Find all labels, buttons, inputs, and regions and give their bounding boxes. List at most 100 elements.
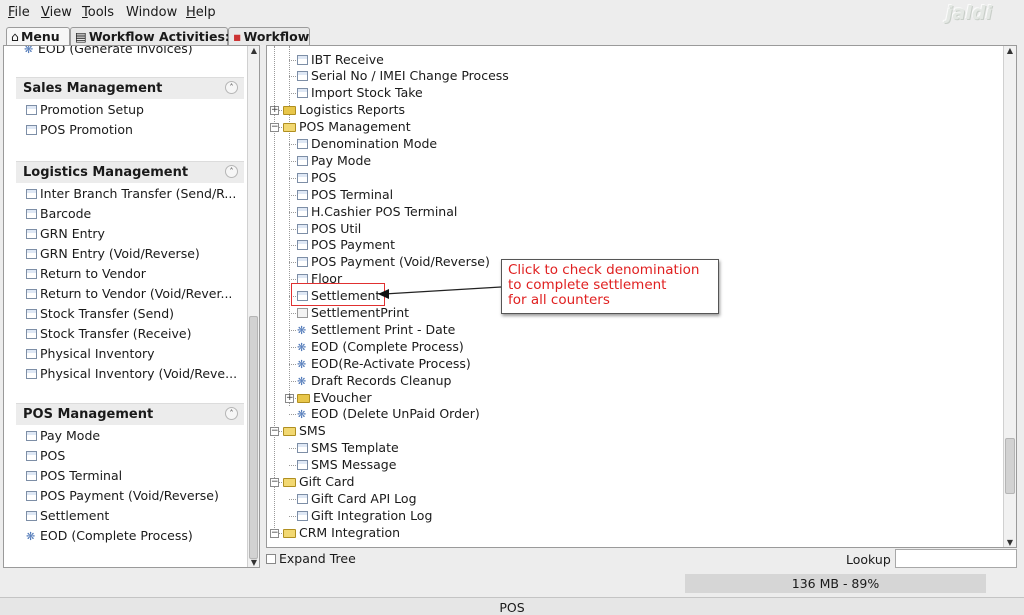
menu-item-pos-promotion[interactable]: POS Promotion xyxy=(16,119,244,139)
tree-line xyxy=(274,46,275,536)
left-scrollbar[interactable]: ▲ ▼ xyxy=(247,46,259,567)
tree-node-eod-re-activate-process[interactable]: ❋ EOD(Re-Activate Process) xyxy=(297,356,471,373)
scroll-up-icon[interactable]: ▲ xyxy=(1005,46,1015,55)
tree-node-pos-management[interactable]: POS Management xyxy=(283,119,411,136)
memory-indicator[interactable]: 136 MB - 89% xyxy=(685,574,986,593)
tree-node-settlementprint[interactable]: SettlementPrint xyxy=(297,305,409,322)
tree-node-gift-card[interactable]: Gift Card xyxy=(283,474,354,491)
tree-node-pos-payment[interactable]: POS Payment xyxy=(297,237,395,254)
tree-node-gift-integration-log[interactable]: Gift Integration Log xyxy=(297,508,432,525)
form-icon xyxy=(297,206,308,217)
tree-node-sms-template[interactable]: SMS Template xyxy=(297,440,399,457)
expand-tree-checkbox[interactable]: Expand Tree xyxy=(266,551,356,569)
tree-node-evoucher[interactable]: EVoucher xyxy=(297,390,372,407)
tree-node-label: Gift Card API Log xyxy=(311,490,417,506)
tree-node-serial-no-imei-change-process[interactable]: Serial No / IMEI Change Process xyxy=(297,68,509,85)
callout-line: Click to check denomination xyxy=(508,262,700,278)
form-icon xyxy=(297,493,308,504)
form-icon xyxy=(297,54,308,65)
tree-node-label: Draft Records Cleanup xyxy=(311,372,452,388)
tree-node-pos-util[interactable]: POS Util xyxy=(297,221,361,238)
tree-node-denomination-mode[interactable]: Denomination Mode xyxy=(297,136,437,153)
menu-view[interactable]: View xyxy=(41,5,72,20)
collapse-icon[interactable]: − xyxy=(270,427,279,437)
menu-item-stock-transfer-receive[interactable]: Stock Transfer (Receive) xyxy=(16,323,244,343)
collapse-icon[interactable]: ˄ xyxy=(225,407,238,420)
menu-item-stock-transfer-send[interactable]: Stock Transfer (Send) xyxy=(16,303,244,323)
lookup-input[interactable] xyxy=(895,549,1017,568)
scroll-thumb[interactable] xyxy=(249,316,258,559)
process-icon: ❋ xyxy=(297,340,307,354)
menu-item-pos[interactable]: POS xyxy=(16,445,244,465)
collapse-icon[interactable]: − xyxy=(270,123,279,133)
settlement-highlight xyxy=(291,283,385,306)
expand-icon[interactable]: + xyxy=(285,393,294,403)
menu-item-grn-entry-void[interactable]: GRN Entry (Void/Reverse) xyxy=(16,243,244,263)
tree-node-pos[interactable]: POS xyxy=(297,170,336,187)
collapse-icon[interactable]: − xyxy=(270,478,279,487)
menu-item-inter-branch-transfer[interactable]: Inter Branch Transfer (Send/R... xyxy=(16,183,244,203)
tree-node-h-cashier-pos-terminal[interactable]: H.Cashier POS Terminal xyxy=(297,204,457,221)
tree-line xyxy=(289,59,296,61)
menu-help[interactable]: Help xyxy=(186,5,216,20)
tab-workflow[interactable]: ▪ Workflow xyxy=(228,27,310,45)
menu-item-eod-complete[interactable]: ❋ EOD (Complete Process) xyxy=(16,525,244,545)
partial-menu-item[interactable]: ❋ EOD (Generate Invoices) xyxy=(24,46,193,56)
tree-node-sms-message[interactable]: SMS Message xyxy=(297,457,396,474)
tree-node-sms[interactable]: SMS xyxy=(283,423,326,440)
tab-menu[interactable]: ⌂ Menu xyxy=(6,27,70,46)
tree-node-pos-payment-void-reverse[interactable]: POS Payment (Void/Reverse) xyxy=(297,254,490,271)
menu-item-pay-mode[interactable]: Pay Mode xyxy=(16,425,244,445)
scroll-up-icon[interactable]: ▲ xyxy=(249,46,259,55)
tree-node-crm-integration[interactable]: CRM Integration xyxy=(283,525,400,542)
group-header[interactable]: POS Management ˄ xyxy=(16,403,244,425)
menu-item-return-to-vendor[interactable]: Return to Vendor xyxy=(16,263,244,283)
form-icon xyxy=(26,369,37,379)
menu-item-promotion-setup[interactable]: Promotion Setup xyxy=(16,99,244,119)
tree-line xyxy=(289,279,296,281)
tree-node-eod-complete-process[interactable]: ❋ EOD (Complete Process) xyxy=(297,339,464,356)
tree-node-ibt-receive[interactable]: IBT Receive xyxy=(297,52,384,69)
tree-node-draft-records-cleanup[interactable]: ❋ Draft Records Cleanup xyxy=(297,373,452,390)
tree-node-gift-card-api-log[interactable]: Gift Card API Log xyxy=(297,491,417,508)
folder-open-icon xyxy=(283,123,296,133)
scroll-down-icon[interactable]: ▼ xyxy=(1005,538,1015,547)
collapse-icon[interactable]: − xyxy=(270,528,279,538)
menu-window[interactable]: Window xyxy=(126,5,177,20)
process-icon: ❋ xyxy=(297,323,307,337)
menu-item-physical-inventory-void[interactable]: Physical Inventory (Void/Reve... xyxy=(16,363,244,383)
tree-line xyxy=(289,46,290,406)
tree-scrollbar[interactable]: ▲ ▼ xyxy=(1003,46,1016,547)
tab-workflow-activities[interactable]: ▤ Workflow Activities: 0 xyxy=(70,27,243,45)
tree-node-pay-mode[interactable]: Pay Mode xyxy=(297,153,371,170)
menu-item-settlement[interactable]: Settlement xyxy=(16,505,244,525)
form-icon xyxy=(297,139,308,149)
collapse-icon[interactable]: ˄ xyxy=(225,81,238,94)
menu-item-return-to-vendor-void[interactable]: Return to Vendor (Void/Rever... xyxy=(16,283,244,303)
menu-item-pos-payment-void[interactable]: POS Payment (Void/Reverse) xyxy=(16,485,244,505)
tree-node-eod-delete-unpaid-order[interactable]: ❋ EOD (Delete UnPaid Order) xyxy=(297,406,480,423)
menu-item-grn-entry[interactable]: GRN Entry xyxy=(16,223,244,243)
form-icon xyxy=(297,257,308,268)
menu-tools[interactable]: Tools xyxy=(82,5,114,20)
form-icon xyxy=(26,209,37,219)
scroll-down-icon[interactable]: ▼ xyxy=(249,558,259,567)
menu-file[interactable]: File xyxy=(8,5,30,20)
scroll-thumb[interactable] xyxy=(1005,438,1015,494)
tree-node-label: SMS xyxy=(299,423,326,439)
checkbox[interactable] xyxy=(266,554,276,564)
tree-node-import-stock-take[interactable]: Import Stock Take xyxy=(297,85,423,102)
tree-node-label: Settlement Print - Date xyxy=(311,321,456,337)
menu-item-pos-terminal[interactable]: POS Terminal xyxy=(16,465,244,485)
menu-item-physical-inventory[interactable]: Physical Inventory xyxy=(16,343,244,363)
group-header[interactable]: Logistics Management ˄ xyxy=(16,161,244,183)
tree-node-pos-terminal[interactable]: POS Terminal xyxy=(297,187,393,204)
collapse-icon[interactable]: ˄ xyxy=(225,165,238,178)
expand-icon[interactable]: + xyxy=(270,106,279,116)
menu-item-barcode[interactable]: Barcode xyxy=(16,203,244,223)
tree-node-settlement-print-date[interactable]: ❋ Settlement Print - Date xyxy=(297,322,455,339)
tree-node-logistics-reports[interactable]: Logistics Reports xyxy=(283,102,405,119)
tree-node-label: Gift Integration Log xyxy=(311,507,433,523)
group-header[interactable]: Sales Management ˄ xyxy=(16,77,244,99)
tree-node-label: EOD(Re-Activate Process) xyxy=(311,355,471,371)
